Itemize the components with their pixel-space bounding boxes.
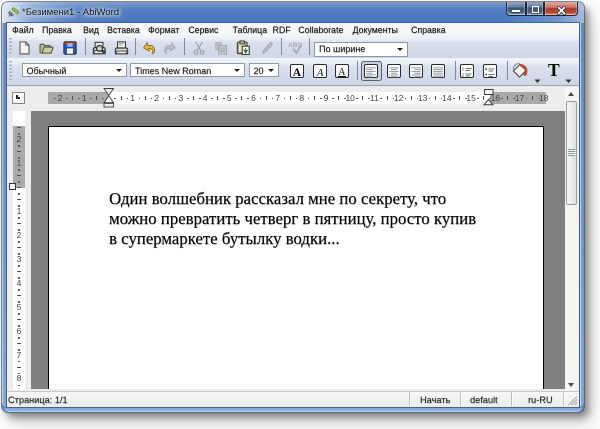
svg-text:2: 2	[461, 72, 464, 77]
svg-text:1: 1	[461, 66, 464, 71]
svg-text:A: A	[315, 67, 323, 78]
svg-text:A: A	[292, 67, 301, 78]
svg-text:T: T	[548, 62, 560, 78]
